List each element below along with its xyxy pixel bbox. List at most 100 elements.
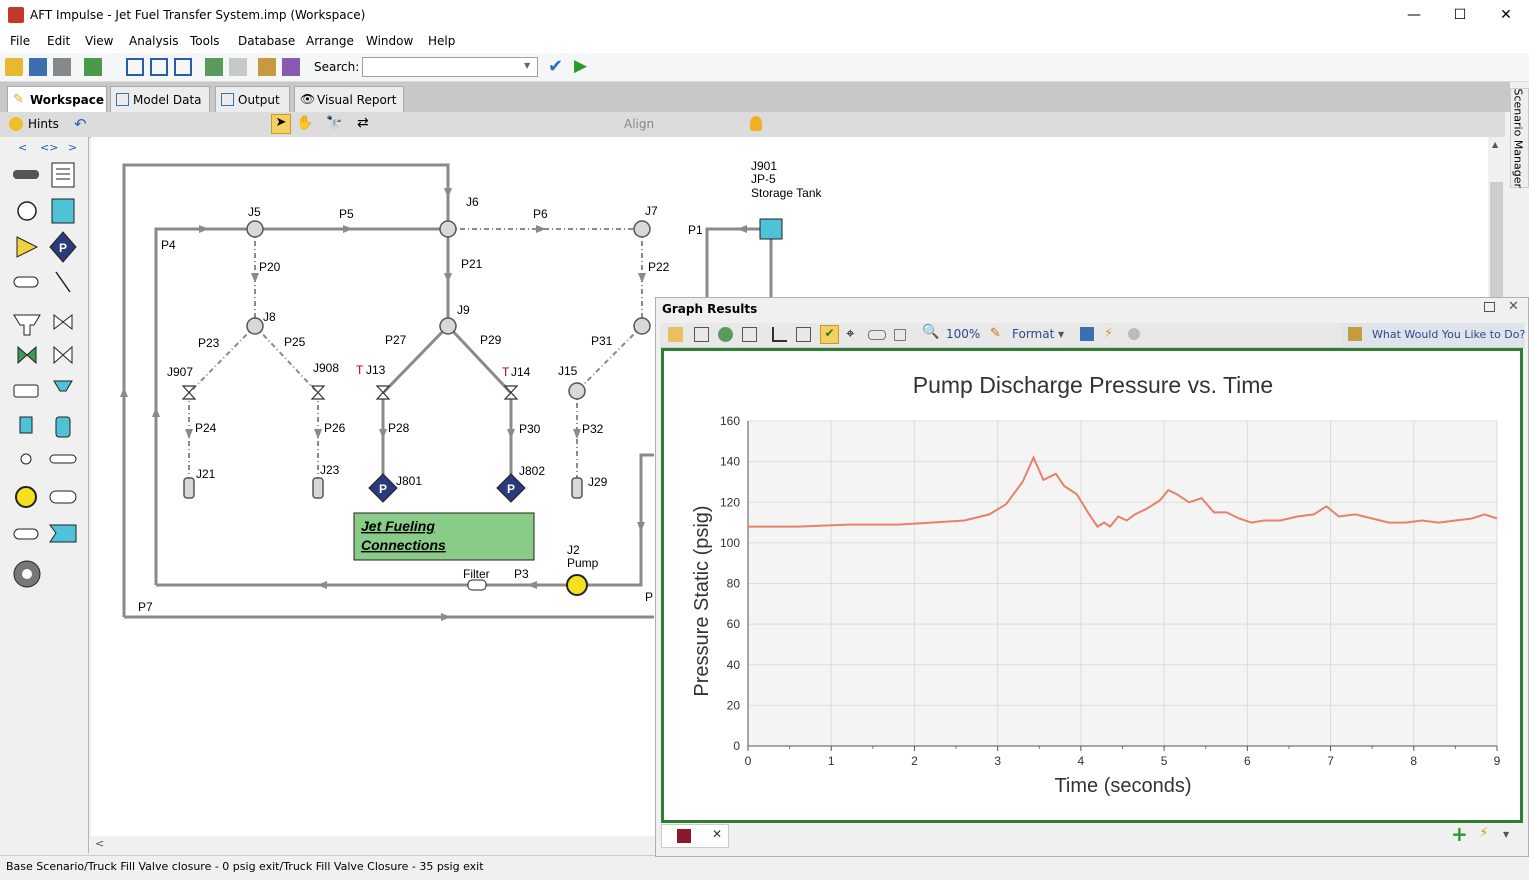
- check-model-icon[interactable]: ✔: [548, 56, 563, 77]
- graph-tab[interactable]: ✕: [661, 824, 729, 848]
- open-icon[interactable]: [5, 58, 23, 76]
- valve-j908: [310, 385, 326, 400]
- scroll-left-icon[interactable]: <: [95, 837, 104, 850]
- label-p3: P3: [514, 567, 529, 581]
- label-j9: J9: [457, 303, 470, 317]
- pump-icon: [15, 486, 37, 508]
- help-link[interactable]: What Would You Like to Do?: [1372, 328, 1525, 341]
- export-icon[interactable]: [84, 58, 102, 76]
- properties-icon[interactable]: [258, 58, 276, 76]
- align-button[interactable]: Align: [624, 117, 654, 131]
- layout-single-icon[interactable]: [126, 58, 144, 76]
- pipe-p4: [154, 227, 255, 585]
- palette-prev[interactable]: <: [18, 141, 27, 154]
- add-graph-icon[interactable]: +: [1451, 822, 1468, 846]
- search-dropdown-icon[interactable]: ▼: [524, 61, 530, 70]
- table-view-icon[interactable]: [742, 327, 757, 342]
- print-icon[interactable]: [53, 58, 71, 76]
- label-p7: P7: [138, 600, 153, 614]
- label-p26: P26: [324, 421, 346, 435]
- palette-icons[interactable]: P: [0, 157, 88, 617]
- menu-window[interactable]: Window: [366, 34, 413, 48]
- menu-analysis[interactable]: Analysis: [129, 34, 178, 48]
- label-p4: P4: [161, 238, 176, 252]
- link-icon[interactable]: [868, 330, 886, 340]
- run-icon[interactable]: ▶: [574, 56, 587, 76]
- crosshair-icon[interactable]: ⌖: [846, 324, 854, 342]
- menu-view[interactable]: View: [85, 34, 113, 48]
- format-icon[interactable]: ✎: [990, 326, 1001, 341]
- restore-window-icon[interactable]: [1484, 302, 1495, 312]
- close-tab-icon[interactable]: ✕: [712, 827, 722, 841]
- close-button[interactable]: ✕: [1483, 0, 1529, 31]
- edit-graph-icon[interactable]: [668, 327, 683, 342]
- search-input[interactable]: [362, 57, 538, 77]
- axis-icon[interactable]: [772, 327, 787, 342]
- pan-hand-icon[interactable]: ✋: [296, 115, 313, 131]
- format-dropdown-icon[interactable]: ▼: [1058, 330, 1064, 339]
- swap-icon[interactable]: ⇄: [357, 115, 369, 131]
- menu-help[interactable]: Help: [428, 34, 455, 48]
- scroll-up-icon[interactable]: ▲: [1492, 140, 1498, 149]
- tab-model-data[interactable]: Model Data: [110, 86, 210, 112]
- menu-edit[interactable]: Edit: [47, 34, 70, 48]
- tree-icon[interactable]: [205, 58, 223, 76]
- refresh-icon[interactable]: [718, 327, 733, 342]
- label-j13: J13: [366, 363, 386, 377]
- menu-database[interactable]: Database: [238, 34, 295, 48]
- graph-options-dropdown-icon[interactable]: ▼: [1503, 830, 1509, 839]
- square-icon[interactable]: [894, 329, 906, 341]
- label-j2: J2: [567, 543, 580, 557]
- help-panel[interactable]: What Would You Like to Do?: [1342, 323, 1525, 347]
- flask-icon[interactable]: [282, 58, 300, 76]
- svg-text:P: P: [59, 241, 67, 255]
- branch-icon: [17, 201, 37, 221]
- lightning-icon[interactable]: ⚡: [1104, 326, 1113, 341]
- zoom-level[interactable]: 100%: [946, 327, 980, 341]
- find-icon[interactable]: 🔭: [326, 116, 342, 131]
- grid-toggle-icon[interactable]: ✔: [820, 325, 839, 344]
- window-title: AFT Impulse - Jet Fuel Transfer System.i…: [30, 8, 366, 22]
- pressure-chart[interactable]: Pump Discharge Pressure vs. Time Time (s…: [664, 351, 1520, 820]
- label-j23: J23: [320, 463, 340, 477]
- format-menu[interactable]: Format: [1012, 327, 1054, 341]
- layout-split-h-icon[interactable]: [174, 58, 192, 76]
- tab-workspace[interactable]: ✎ Workspace: [7, 86, 107, 112]
- minimize-button[interactable]: —: [1391, 0, 1437, 31]
- label-p1: P1: [688, 223, 703, 237]
- main-toolbar: Search: ▼ ✔ ▶: [0, 53, 1529, 82]
- surge-tank-icon: [20, 453, 32, 465]
- maximize-button[interactable]: ☐: [1437, 0, 1483, 31]
- zoom-icon[interactable]: 🔍: [922, 324, 939, 340]
- layout-split-v-icon[interactable]: [150, 58, 168, 76]
- copy-icon[interactable]: [694, 327, 709, 342]
- lightbulb-icon[interactable]: [750, 116, 762, 131]
- hints-button[interactable]: Hints: [28, 117, 59, 131]
- label-p5: P5: [339, 207, 354, 221]
- chart-y-tick-label: 120: [720, 495, 740, 509]
- palette-next[interactable]: >: [68, 141, 77, 154]
- close-graph-icon[interactable]: ✕: [1508, 299, 1519, 314]
- menu-arrange[interactable]: Arrange: [306, 34, 354, 48]
- relief-valve-icon: [19, 416, 33, 434]
- add-curve-icon[interactable]: [1080, 327, 1094, 341]
- tab-visual-report[interactable]: 👁 Visual Report: [294, 86, 404, 112]
- status-bar: Base Scenario/Truck Fill Valve closure -…: [0, 855, 660, 880]
- tab-output[interactable]: Output: [215, 86, 290, 112]
- save-icon[interactable]: [29, 58, 47, 76]
- palette-expand[interactable]: <>: [40, 141, 58, 154]
- chart-y-axis-label: Pressure Static (psig): [691, 505, 713, 696]
- quick-graph-icon[interactable]: ⚡: [1479, 825, 1489, 841]
- undo-icon[interactable]: ↶: [74, 115, 87, 133]
- label-j15: J15: [558, 364, 578, 378]
- graph-plot-area[interactable]: Pump Discharge Pressure vs. Time Time (s…: [661, 348, 1523, 823]
- graph-tab-strip: ✕ + ⚡ ▼: [661, 822, 1523, 848]
- general-component-icon: [13, 528, 39, 540]
- menu-file[interactable]: File: [10, 34, 30, 48]
- horizontal-scrollbar[interactable]: <: [91, 836, 691, 853]
- label-p22: P22: [648, 260, 670, 274]
- scroll-thumb[interactable]: [1490, 182, 1503, 302]
- menu-tools[interactable]: Tools: [190, 34, 220, 48]
- select-arrow-icon[interactable]: ➤: [271, 114, 291, 134]
- legend-icon[interactable]: [796, 327, 811, 342]
